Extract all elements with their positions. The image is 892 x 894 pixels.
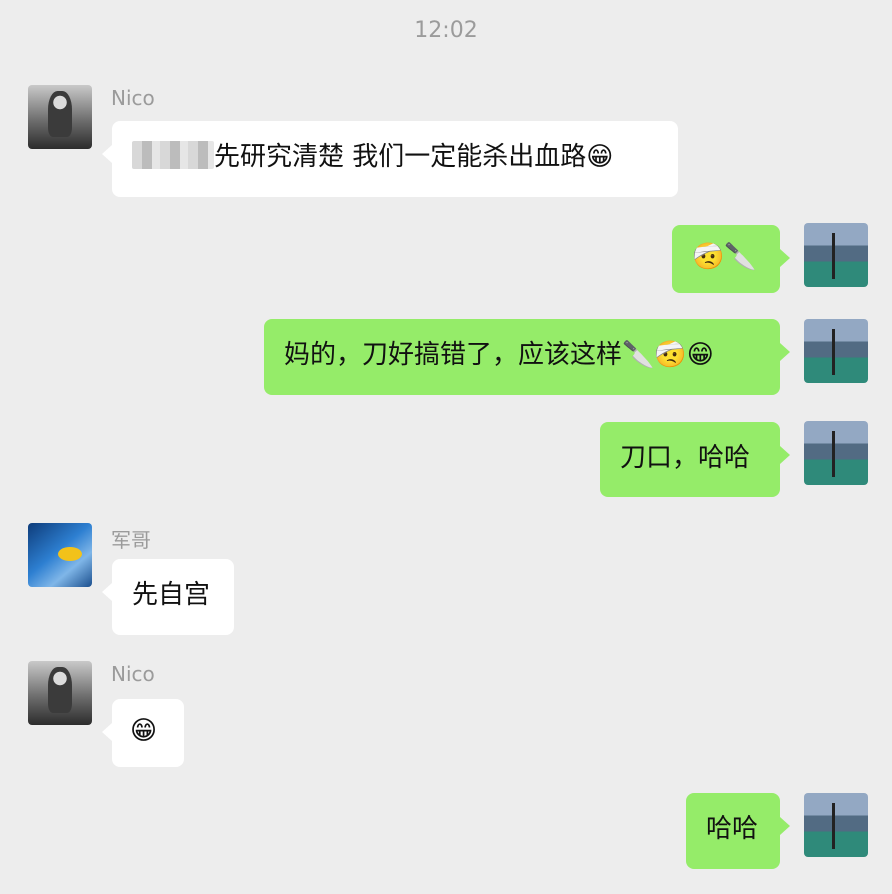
redacted-text [132, 141, 214, 169]
message-text: 🤕🔪 [692, 242, 757, 272]
message-bubble-outgoing[interactable]: 🤕🔪 [672, 225, 790, 293]
avatar-nico[interactable] [28, 85, 92, 149]
message-text: 先自宫 [132, 580, 211, 610]
avatar-nico[interactable] [28, 661, 92, 725]
avatar-me[interactable] [804, 223, 868, 287]
avatar-junge-fish [58, 547, 82, 561]
message-bubble-outgoing[interactable]: 刀口，哈哈 [600, 422, 790, 497]
message-bubble-incoming[interactable]: 😁 [102, 699, 184, 767]
sender-name: 军哥 [111, 528, 151, 552]
avatar-me-figure [832, 233, 835, 279]
message-text: 哈哈 [706, 814, 759, 844]
message-text: 先研究清楚 我们一定能杀出血路😁 [214, 142, 614, 172]
avatar-me-figure [832, 329, 835, 375]
message-bubble-outgoing[interactable]: 哈哈 [686, 793, 790, 869]
message-bubble-incoming[interactable]: 先自宫 [102, 559, 234, 635]
avatar-me-figure [832, 431, 835, 477]
message-text: 😁 [130, 716, 158, 746]
sender-name: Nico [111, 86, 155, 110]
chat-timestamp: 12:02 [414, 18, 478, 43]
message-bubble-outgoing[interactable]: 妈的，刀好搞错了，应该这样🔪🤕😁 [264, 319, 790, 395]
avatar-nico-figure [48, 91, 72, 137]
avatar-junge[interactable] [28, 523, 92, 587]
avatar-me[interactable] [804, 319, 868, 383]
avatar-me[interactable] [804, 421, 868, 485]
avatar-me[interactable] [804, 793, 868, 857]
message-bubble-incoming[interactable]: 先研究清楚 我们一定能杀出血路😁 [102, 121, 678, 197]
avatar-me-figure [832, 803, 835, 849]
message-text: 刀口，哈哈 [620, 443, 751, 473]
avatar-nico-figure [48, 667, 72, 713]
message-text: 妈的，刀好搞错了，应该这样🔪🤕😁 [284, 340, 714, 370]
sender-name: Nico [111, 662, 155, 686]
